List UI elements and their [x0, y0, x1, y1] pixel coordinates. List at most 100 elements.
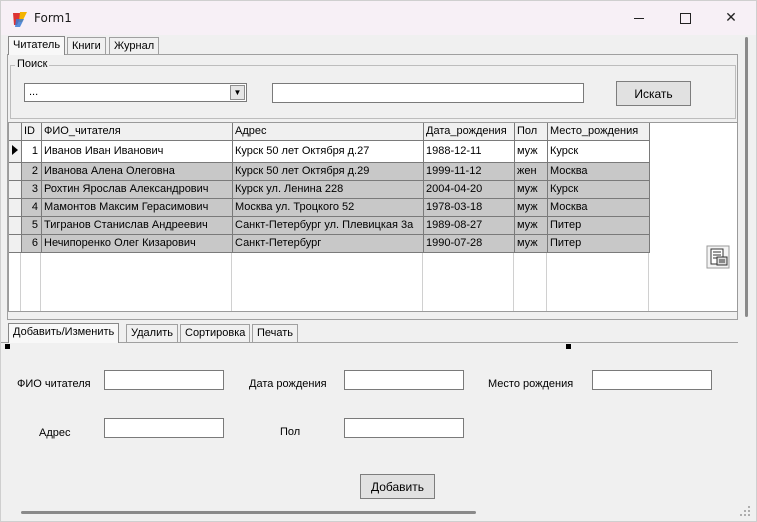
tab-delete[interactable]: Удалить: [126, 324, 178, 342]
table-row[interactable]: 3 Рохтин Ярослав Александрович Курск ул. Л…: [9, 180, 650, 199]
grid-header-address[interactable]: Адрес: [232, 123, 424, 141]
readers-grid[interactable]: ID ФИО_читателя Адрес Дата_рождения Пол …: [8, 122, 738, 312]
tab-print[interactable]: Печать: [252, 324, 299, 342]
current-row-indicator-icon[interactable]: [9, 140, 22, 163]
add-button[interactable]: Добавить: [360, 474, 435, 499]
sex-input[interactable]: [344, 418, 464, 438]
tab-books[interactable]: Книги: [67, 37, 106, 54]
tab-journal[interactable]: Журнал: [109, 37, 160, 54]
address-input[interactable]: [104, 418, 224, 438]
grid-table: ID ФИО_читателя Адрес Дата_рождения Пол …: [9, 123, 650, 253]
grid-cell-fio[interactable]: Тигранов Станислав Андреевич: [41, 216, 233, 235]
grid-cell-birthdate[interactable]: 1989-08-27: [423, 216, 515, 235]
grid-cell-birthplace[interactable]: Москва: [547, 162, 650, 181]
main-vertical-scroll-thumb[interactable]: [745, 37, 748, 317]
grid-header-indicator: [9, 123, 22, 141]
tab-reader-label: Читатель: [13, 39, 61, 51]
grid-cell-address[interactable]: Москва ул. Троцкого 52: [232, 198, 424, 217]
birthplace-label: Место рождения: [488, 378, 574, 390]
add-button-label: Добавить: [370, 479, 425, 494]
grid-cell-id[interactable]: 3: [21, 180, 42, 199]
tab-journal-label: Журнал: [114, 40, 155, 52]
grid-cell-birthplace[interactable]: Питер: [547, 234, 650, 253]
grid-cell-id[interactable]: 2: [21, 162, 42, 181]
tab-reader[interactable]: Читатель: [8, 36, 66, 55]
grid-cell-fio[interactable]: Иванов Иван Иванович: [41, 140, 233, 163]
search-button[interactable]: Искать: [616, 81, 691, 106]
search-group-label: Поиск: [15, 58, 50, 70]
grid-cell-sex[interactable]: муж: [514, 180, 548, 199]
row-indicator[interactable]: [9, 180, 22, 199]
grid-header-id[interactable]: ID: [21, 123, 42, 141]
row-indicator[interactable]: [9, 234, 22, 253]
report-icon[interactable]: [705, 244, 731, 270]
grid-cell-fio[interactable]: Нечипоренко Олег Кизарович: [41, 234, 233, 253]
grid-cell-birthdate[interactable]: 1990-07-28: [423, 234, 515, 253]
maximize-button[interactable]: [662, 1, 708, 35]
window-title: Form1: [34, 11, 72, 25]
row-indicator[interactable]: [9, 198, 22, 217]
table-row[interactable]: 1 Иванов Иван Иванович Курск 50 лет Октябр…: [9, 140, 650, 163]
tab-sort-label: Сортировка: [185, 327, 246, 339]
grid-cell-id[interactable]: 4: [21, 198, 42, 217]
grid-cell-sex[interactable]: муж: [514, 140, 548, 163]
selection-handle-left[interactable]: [5, 344, 10, 349]
dropdown-arrow-icon[interactable]: ▼: [230, 85, 245, 100]
resize-grip-icon[interactable]: [738, 504, 752, 518]
main-vertical-scrollbar[interactable]: [742, 35, 750, 320]
row-indicator[interactable]: [9, 162, 22, 181]
bottom-horizontal-scroll-thumb[interactable]: [21, 511, 476, 514]
tab-print-label: Печать: [257, 327, 294, 339]
app-logo-icon: [13, 12, 27, 27]
grid-cell-sex[interactable]: жен: [514, 162, 548, 181]
grid-cell-birthplace[interactable]: Курск: [547, 180, 650, 199]
grid-cell-birthplace[interactable]: Москва: [547, 198, 650, 217]
table-row[interactable]: 5 Тигранов Станислав Андреевич Санкт-Петер…: [9, 216, 650, 235]
grid-cell-sex[interactable]: муж: [514, 234, 548, 253]
close-icon: ✕: [725, 10, 737, 26]
tab-add-edit-label: Добавить/Изменить: [13, 326, 115, 338]
grid-cell-address[interactable]: Санкт-Петербург: [232, 234, 424, 253]
grid-cell-sex[interactable]: муж: [514, 198, 548, 217]
birthplace-input[interactable]: [592, 370, 712, 390]
grid-cell-birthplace[interactable]: Курск: [547, 140, 650, 163]
grid-cell-birthdate[interactable]: 2004-04-20: [423, 180, 515, 199]
maximize-icon: [679, 12, 691, 24]
grid-header-birthplace[interactable]: Место_рождения: [547, 123, 650, 141]
grid-header-fio[interactable]: ФИО_читателя: [41, 123, 233, 141]
grid-header-row: ID ФИО_читателя Адрес Дата_рождения Пол …: [9, 123, 650, 141]
grid-cell-address[interactable]: Санкт-Петербург ул. Плевицкая 3а: [232, 216, 424, 235]
grid-header-sex[interactable]: Пол: [514, 123, 548, 141]
search-combo-value: ...: [29, 86, 39, 98]
search-input[interactable]: [272, 83, 584, 103]
grid-cell-id[interactable]: 1: [21, 140, 42, 163]
selection-handle-right[interactable]: [566, 344, 571, 349]
grid-cell-fio[interactable]: Мамонтов Максим Герасимович: [41, 198, 233, 217]
grid-header-birthdate[interactable]: Дата_рождения: [423, 123, 515, 141]
minimize-button[interactable]: [616, 1, 662, 35]
grid-cell-birthdate[interactable]: 1988-12-11: [423, 140, 515, 163]
grid-cell-fio[interactable]: Рохтин Ярослав Александрович: [41, 180, 233, 199]
grid-cell-birthplace[interactable]: Питер: [547, 216, 650, 235]
table-row[interactable]: 4 Мамонтов Максим Герасимович Москва ул. Т…: [9, 198, 650, 217]
table-row[interactable]: 2 Иванова Алена Олеговна Курск 50 лет Октя…: [9, 162, 650, 181]
grid-cell-address[interactable]: Курск 50 лет Октября д.27: [232, 140, 424, 163]
table-row[interactable]: 6 Нечипоренко Олег Кизарович Санкт-Петербу…: [9, 234, 650, 253]
grid-cell-birthdate[interactable]: 1978-03-18: [423, 198, 515, 217]
close-button[interactable]: ✕: [708, 1, 754, 35]
search-field-combo[interactable]: ... ▼: [24, 83, 247, 102]
fio-label: ФИО читателя: [17, 378, 91, 390]
grid-cell-sex[interactable]: муж: [514, 216, 548, 235]
fio-input[interactable]: [104, 370, 224, 390]
tab-add-edit[interactable]: Добавить/Изменить: [8, 323, 120, 343]
grid-cell-id[interactable]: 5: [21, 216, 42, 235]
grid-cell-address[interactable]: Курск 50 лет Октября д.29: [232, 162, 424, 181]
title-bar[interactable]: Form1 ✕: [1, 1, 756, 35]
birthdate-input[interactable]: [344, 370, 464, 390]
tab-sort[interactable]: Сортировка: [180, 324, 251, 342]
grid-cell-birthdate[interactable]: 1999-11-12: [423, 162, 515, 181]
grid-cell-id[interactable]: 6: [21, 234, 42, 253]
grid-cell-fio[interactable]: Иванова Алена Олеговна: [41, 162, 233, 181]
row-indicator[interactable]: [9, 216, 22, 235]
grid-cell-address[interactable]: Курск ул. Ленина 228: [232, 180, 424, 199]
